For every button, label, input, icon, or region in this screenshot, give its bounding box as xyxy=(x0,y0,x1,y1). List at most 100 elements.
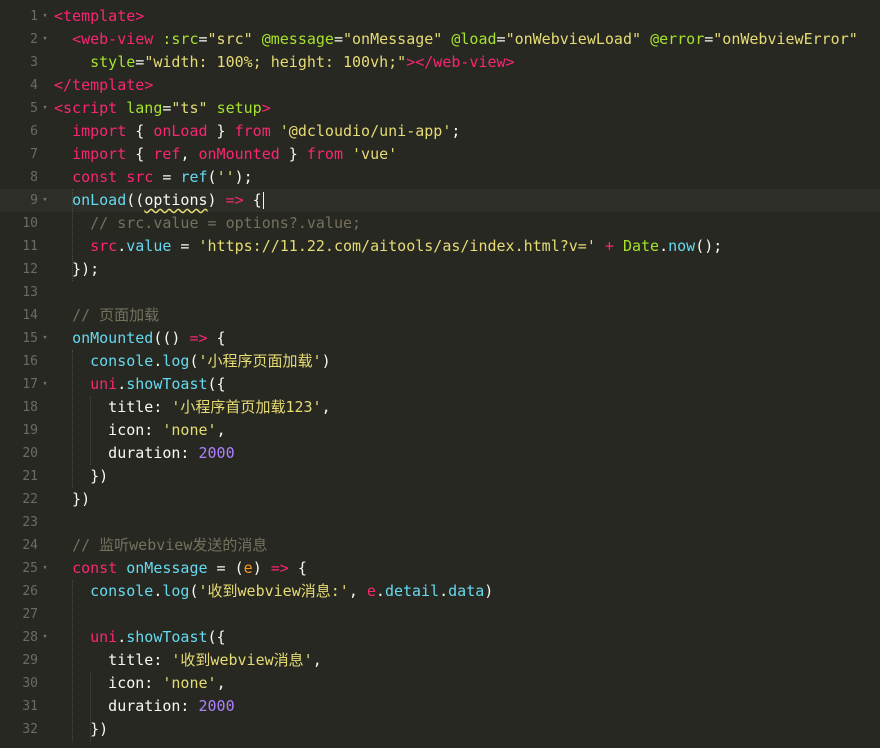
code-line[interactable]: 9 ▾ onLoad((options) => { xyxy=(0,189,880,212)
code-token: . xyxy=(439,582,449,600)
code-token: ( xyxy=(207,168,217,186)
code-line[interactable]: 30 icon: 'none', xyxy=(0,672,880,695)
fold-arrow-icon[interactable]: ▾ xyxy=(39,97,51,120)
line-number: 31 xyxy=(22,699,38,714)
code-token: '@dcloudio/uni-app' xyxy=(279,122,452,140)
code-line[interactable]: 14 // 页面加载 xyxy=(0,304,880,327)
line-number: 22 xyxy=(22,492,38,507)
fold-arrow-icon[interactable]: ▾ xyxy=(39,5,51,28)
line-number: 27 xyxy=(22,607,38,622)
fold-arrow-icon[interactable]: ▾ xyxy=(39,373,51,396)
code-line[interactable]: 18 title: '小程序首页加载123', xyxy=(0,396,880,419)
code-token: = xyxy=(171,237,199,255)
line-number: 21 xyxy=(22,469,38,484)
code-line[interactable]: 22 }) xyxy=(0,488,880,511)
line-number: 29 xyxy=(22,653,38,668)
code-token: uni xyxy=(90,628,118,646)
code-text: <web-view :src="src" @message="onMessage… xyxy=(54,28,858,51)
code-token: @error xyxy=(650,30,705,48)
code-line[interactable]: 3 style="width: 100%; height: 100vh;"></… xyxy=(0,51,880,74)
code-line[interactable]: 19 icon: 'none', xyxy=(0,419,880,442)
fold-gutter xyxy=(39,672,51,695)
code-text: icon: 'none', xyxy=(54,672,225,695)
code-token: </template> xyxy=(54,76,154,94)
code-token: } xyxy=(207,122,235,140)
code-token: onMessage xyxy=(126,559,208,577)
line-number: 10 xyxy=(22,216,38,231)
code-line[interactable]: 25 ▾ const onMessage = (e) => { xyxy=(0,557,880,580)
indent-guide xyxy=(72,189,74,281)
indent-guide xyxy=(90,396,92,465)
code-text: onMounted(() => { xyxy=(54,327,226,350)
code-line[interactable]: 12 }); xyxy=(0,258,880,281)
code-line[interactable]: 4 </template> xyxy=(0,74,880,97)
code-token: // src.value = options?.value; xyxy=(90,214,362,232)
line-number: 13 xyxy=(22,285,38,300)
code-token: :src xyxy=(162,30,199,48)
fold-arrow-icon[interactable]: ▾ xyxy=(39,626,51,649)
code-token: @message xyxy=(261,30,334,48)
code-token: src xyxy=(90,237,118,255)
code-token: ( xyxy=(189,582,199,600)
code-token: duration: xyxy=(54,697,199,715)
code-token: onMounted xyxy=(198,145,280,163)
code-token: , xyxy=(216,421,226,439)
code-text: const src = ref(''); xyxy=(54,166,253,189)
code-token: import xyxy=(72,145,127,163)
code-text: import { onLoad } from '@dcloudio/uni-ap… xyxy=(54,120,460,143)
code-line[interactable]: 6 import { onLoad } from '@dcloudio/uni-… xyxy=(0,120,880,143)
code-token: e xyxy=(243,559,253,577)
code-line[interactable]: 10 // src.value = options?.value; xyxy=(0,212,880,235)
code-line[interactable]: 31 duration: 2000 xyxy=(0,695,880,718)
code-line[interactable]: 8 const src = ref(''); xyxy=(0,166,880,189)
code-line[interactable]: 20 duration: 2000 xyxy=(0,442,880,465)
code-token: style xyxy=(90,53,136,71)
code-token: (( xyxy=(126,191,145,209)
fold-arrow-icon[interactable]: ▾ xyxy=(39,189,51,212)
code-token: 2000 xyxy=(198,444,235,462)
code-token: }) xyxy=(54,490,91,508)
fold-arrow-icon[interactable]: ▾ xyxy=(39,327,51,350)
code-line[interactable]: 29 title: '收到webview消息', xyxy=(0,649,880,672)
code-line[interactable]: 15 ▾ onMounted(() => { xyxy=(0,327,880,350)
fold-gutter xyxy=(39,304,51,327)
code-token: = xyxy=(135,53,145,71)
code-line[interactable]: 2 ▾ <web-view :src="src" @message="onMess… xyxy=(0,28,880,51)
code-line[interactable]: 32 }) xyxy=(0,718,880,741)
code-line[interactable]: 11 src.value = 'https://11.22.com/aitool… xyxy=(0,235,880,258)
code-token: , xyxy=(348,582,367,600)
code-text: <script lang="ts" setup> xyxy=(54,97,271,120)
code-line[interactable]: 1 ▾ <template> xyxy=(0,5,880,28)
code-line[interactable]: 7 import { ref, onMounted } from 'vue' xyxy=(0,143,880,166)
code-line[interactable]: 24 // 监听webview发送的消息 xyxy=(0,534,880,557)
code-token: <script xyxy=(54,99,118,117)
code-line[interactable]: 23 xyxy=(0,511,880,534)
code-text: duration: 2000 xyxy=(54,442,235,465)
code-line[interactable]: 13 xyxy=(0,281,880,304)
code-line[interactable]: 21 }) xyxy=(0,465,880,488)
fold-gutter xyxy=(39,74,51,97)
line-number: 2 xyxy=(30,32,38,47)
fold-arrow-icon[interactable]: ▾ xyxy=(39,557,51,580)
code-line[interactable]: 5 ▾ <script lang="ts" setup> xyxy=(0,97,880,120)
code-token: <web-view xyxy=(72,30,154,48)
indent-guide xyxy=(72,350,74,488)
code-line[interactable]: 17 ▾ uni.showToast({ xyxy=(0,373,880,396)
code-line[interactable]: 26 console.log('收到webview消息:', e.detail.… xyxy=(0,580,880,603)
code-token: }) xyxy=(54,720,109,738)
code-token: }) xyxy=(54,467,109,485)
code-token: "onWebviewError" xyxy=(713,30,858,48)
code-line[interactable]: 27 xyxy=(0,603,880,626)
code-text: import { ref, onMounted } from 'vue' xyxy=(54,143,397,166)
code-token: console xyxy=(90,352,154,370)
code-line[interactable]: 16 console.log('小程序页面加载') xyxy=(0,350,880,373)
code-token: // 监听webview发送的消息 xyxy=(72,536,268,554)
code-token: setup xyxy=(216,99,262,117)
code-line[interactable]: 28 ▾ uni.showToast({ xyxy=(0,626,880,649)
fold-arrow-icon[interactable]: ▾ xyxy=(39,28,51,51)
code-editor[interactable]: 1 ▾ <template> 2 ▾ <web-view :src="src" @mes… xyxy=(0,0,880,748)
code-token: showToast xyxy=(126,375,208,393)
